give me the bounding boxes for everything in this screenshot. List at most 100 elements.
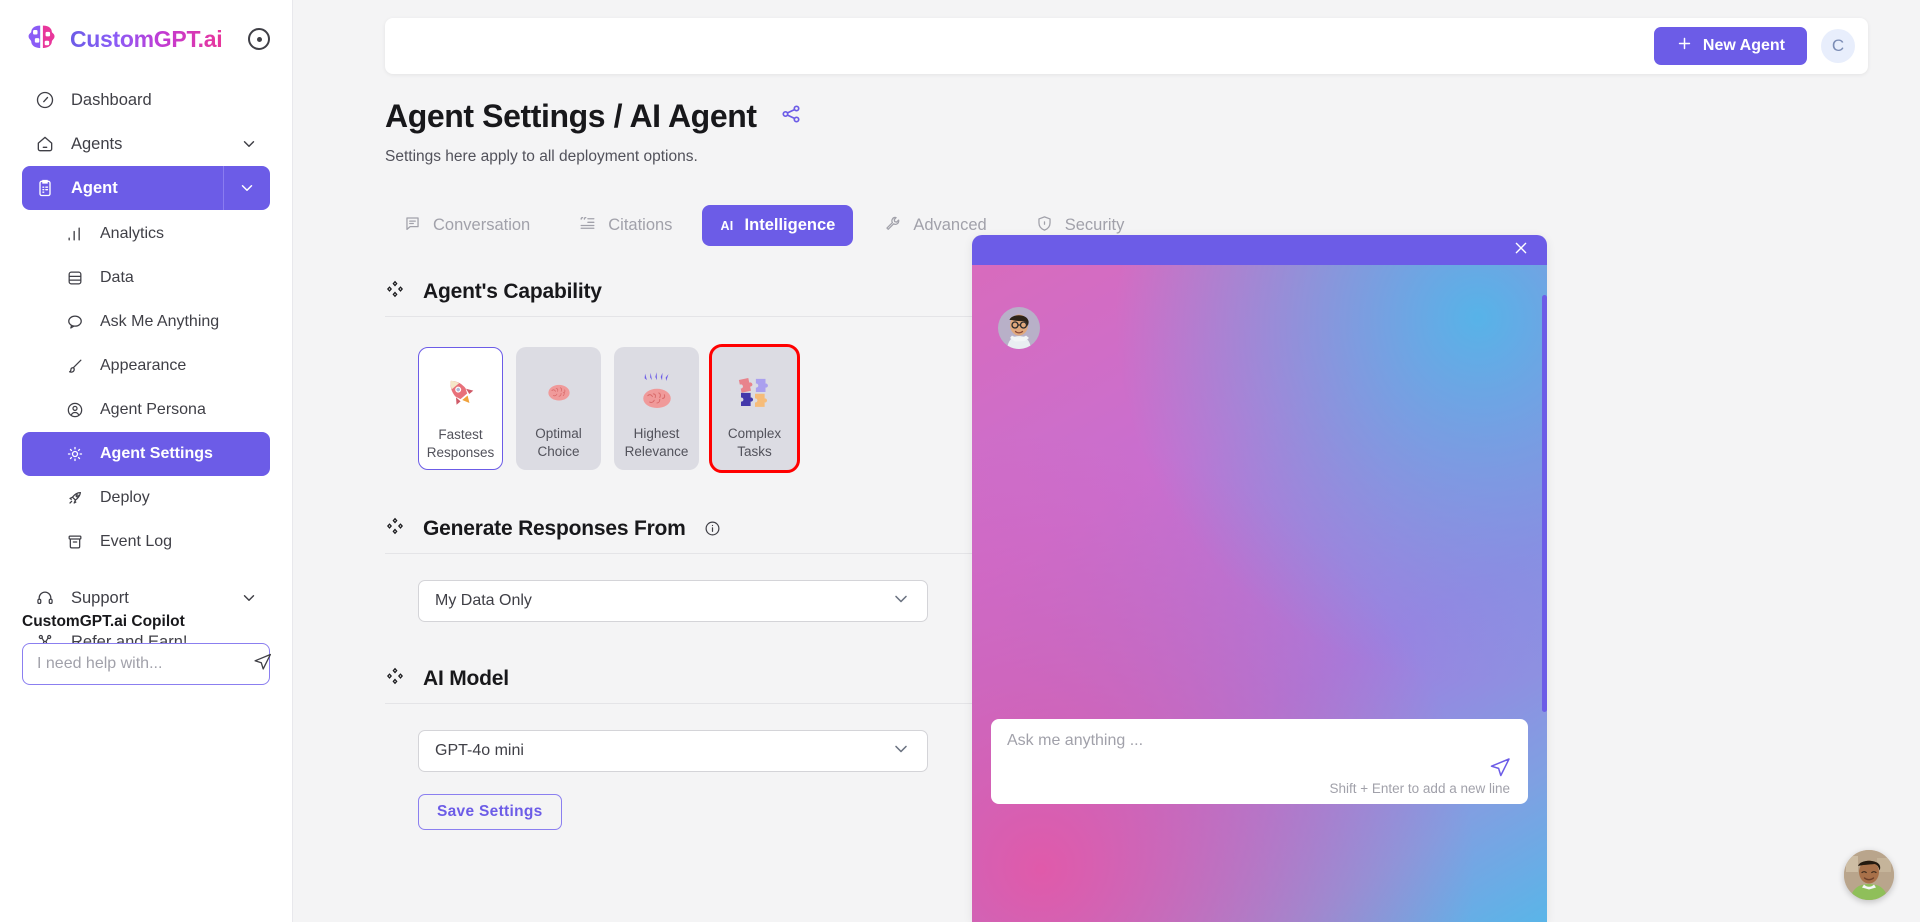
ai-model-value: GPT-4o mini bbox=[435, 742, 524, 759]
main-content: New Agent C Agent Settings / AI Agent Se… bbox=[293, 0, 1920, 922]
save-settings-button[interactable]: Save Settings bbox=[418, 794, 562, 830]
quote-list-icon bbox=[578, 214, 597, 238]
copilot-panel: CustomGPT.ai Copilot bbox=[0, 613, 292, 685]
capability-card-label: Fastest Responses bbox=[426, 427, 495, 460]
collapse-sidebar-icon[interactable] bbox=[248, 28, 270, 50]
sidebar-item-label: Agents bbox=[71, 134, 123, 153]
sidebar-nav: Dashboard Agents Agent Analytics Data As… bbox=[0, 78, 292, 664]
generate-from-select[interactable]: My Data Only bbox=[418, 580, 928, 622]
sidebar-agent-expand-toggle[interactable] bbox=[223, 166, 270, 210]
brush-icon bbox=[64, 356, 85, 377]
page-title-row: Agent Settings / AI Agent bbox=[385, 98, 803, 135]
app-root: CustomGPT.ai Dashboard Agents Agent Anal… bbox=[0, 0, 1920, 922]
tab-citations[interactable]: Citations bbox=[560, 205, 690, 246]
sidebar-item-agent[interactable]: Agent bbox=[22, 166, 270, 210]
tab-label: Conversation bbox=[433, 216, 531, 234]
chevron-down-icon bbox=[240, 589, 258, 607]
chat-widget-body: Shift + Enter to add a new line bbox=[972, 265, 1547, 922]
agent-avatar bbox=[998, 307, 1040, 349]
capability-card-optimal-choice[interactable]: Optimal Choice bbox=[516, 347, 601, 470]
sidebar-item-event-log[interactable]: Event Log bbox=[22, 520, 270, 564]
sidebar-item-agent-settings[interactable]: Agent Settings bbox=[22, 432, 270, 476]
chat-icon bbox=[64, 312, 85, 333]
section-header: Generate Responses From bbox=[385, 502, 1025, 541]
tab-conversation[interactable]: Conversation bbox=[385, 205, 548, 246]
user-circle-icon bbox=[64, 400, 85, 421]
section-divider bbox=[385, 553, 1025, 554]
ai-model-select[interactable]: GPT-4o mini bbox=[418, 730, 928, 772]
new-agent-button[interactable]: New Agent bbox=[1653, 27, 1807, 65]
sidebar-item-data[interactable]: Data bbox=[22, 256, 270, 300]
top-bar: New Agent C bbox=[385, 18, 1868, 74]
capability-card-label: Complex Tasks bbox=[727, 426, 782, 459]
gauge-icon bbox=[34, 90, 55, 111]
close-icon[interactable] bbox=[1511, 238, 1531, 263]
copilot-input[interactable] bbox=[37, 655, 244, 673]
chat-launcher-avatar[interactable] bbox=[1844, 850, 1894, 900]
new-agent-label: New Agent bbox=[1702, 37, 1785, 54]
sidebar-item-dashboard[interactable]: Dashboard bbox=[22, 78, 270, 122]
sidebar-item-agents[interactable]: Agents bbox=[22, 122, 270, 166]
chevron-down-icon bbox=[240, 135, 258, 153]
capability-card-label: Highest Relevance bbox=[624, 426, 689, 459]
capability-card-complex-tasks[interactable]: Complex Tasks bbox=[709, 344, 800, 473]
sidebar-item-label: Data bbox=[100, 269, 134, 286]
tab-label: Security bbox=[1064, 216, 1125, 234]
section-title: AI Model bbox=[423, 666, 509, 690]
shield-icon bbox=[1035, 214, 1054, 238]
copilot-title: CustomGPT.ai Copilot bbox=[22, 613, 185, 630]
sidebar-item-analytics[interactable]: Analytics bbox=[22, 212, 270, 256]
chat-scrollbar[interactable] bbox=[1542, 295, 1547, 712]
rocket-emoji-icon bbox=[440, 370, 482, 416]
brain-zap-emoji-icon bbox=[635, 369, 679, 415]
gear-icon bbox=[64, 444, 85, 465]
sidebar-item-label: Agent Persona bbox=[100, 401, 206, 418]
capability-card-label: Optimal Choice bbox=[535, 426, 582, 459]
tab-intelligence[interactable]: AI Intelligence bbox=[702, 205, 854, 246]
plus-icon bbox=[1676, 35, 1693, 57]
section-title: Generate Responses From bbox=[423, 516, 686, 540]
settings-column: Agent's Capability Fastest Responses Opt… bbox=[385, 265, 1025, 830]
section-agent-capability: Agent's Capability Fastest Responses Opt… bbox=[385, 265, 1025, 473]
brand-row: CustomGPT.ai bbox=[0, 0, 292, 78]
share-icon[interactable] bbox=[779, 102, 803, 131]
sidebar-item-ask-me-anything[interactable]: Ask Me Anything bbox=[22, 300, 270, 344]
chevron-down-icon bbox=[891, 739, 911, 764]
sidebar-item-label: Dashboard bbox=[71, 90, 152, 109]
sidebar-item-agent-persona[interactable]: Agent Persona bbox=[22, 388, 270, 432]
sidebar-item-deploy[interactable]: Deploy bbox=[22, 476, 270, 520]
bar-chart-icon bbox=[64, 224, 85, 245]
headphones-icon bbox=[34, 588, 55, 609]
section-divider bbox=[385, 316, 1025, 317]
section-title: Agent's Capability bbox=[423, 279, 602, 303]
generate-from-value: My Data Only bbox=[435, 592, 532, 609]
send-icon[interactable] bbox=[1488, 755, 1512, 784]
diamond-cluster-icon bbox=[385, 516, 405, 541]
copilot-input-row[interactable] bbox=[22, 643, 273, 685]
section-header: AI Model bbox=[385, 652, 1025, 691]
chat-widget-header bbox=[972, 235, 1547, 265]
sidebar-item-label: Deploy bbox=[100, 489, 150, 506]
section-header: Agent's Capability bbox=[385, 265, 1025, 304]
chevron-down-icon bbox=[891, 589, 911, 614]
archive-icon bbox=[64, 532, 85, 553]
user-avatar[interactable]: C bbox=[1821, 29, 1855, 63]
capability-card-fastest-responses[interactable]: Fastest Responses bbox=[418, 347, 503, 470]
sidebar-item-appearance[interactable]: Appearance bbox=[22, 344, 270, 388]
sidebar-item-label: Analytics bbox=[100, 225, 165, 242]
brain-emoji-icon bbox=[542, 369, 576, 415]
chat-message-input[interactable] bbox=[1007, 732, 1512, 750]
ai-model-select-row: GPT-4o mini bbox=[418, 730, 1025, 772]
diamond-cluster-icon bbox=[385, 666, 405, 691]
sidebar-item-label: Agent bbox=[71, 178, 118, 197]
send-icon[interactable] bbox=[252, 651, 273, 677]
tab-label: Intelligence bbox=[744, 216, 836, 234]
capability-cards: Fastest Responses Optimal Choice Highest… bbox=[418, 344, 1025, 473]
sidebar: CustomGPT.ai Dashboard Agents Agent Anal… bbox=[0, 0, 293, 922]
speech-bubble-icon bbox=[403, 214, 422, 238]
info-circle-icon[interactable] bbox=[704, 520, 721, 537]
section-generate-responses-from: Generate Responses From My Data Only bbox=[385, 502, 1025, 622]
capability-card-highest-relevance[interactable]: Highest Relevance bbox=[614, 347, 699, 470]
section-divider bbox=[385, 703, 1025, 704]
